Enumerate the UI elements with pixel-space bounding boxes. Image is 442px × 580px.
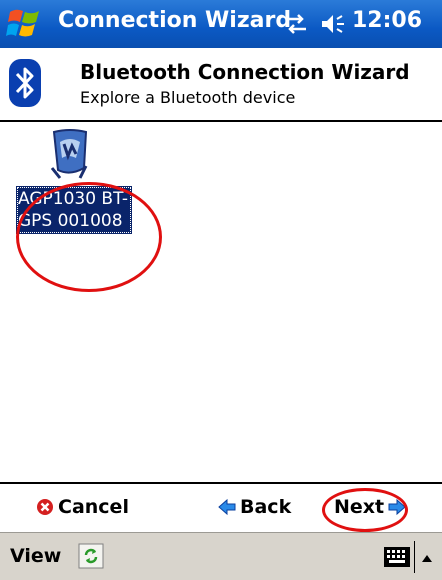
windows-start-icon[interactable]	[6, 6, 46, 42]
wizard-subtitle: Explore a Bluetooth device	[80, 88, 296, 107]
bluetooth-icon	[8, 58, 42, 108]
sip-separator	[414, 541, 415, 573]
cancel-button[interactable]: Cancel	[36, 496, 129, 518]
menu-bar: View	[0, 532, 442, 580]
cancel-icon	[37, 499, 53, 515]
wizard-action-bar: Cancel Back Next	[0, 482, 442, 534]
device-name-line2: GPS 001008	[18, 211, 123, 231]
window-title: Connection Wizard	[58, 8, 292, 33]
next-label: Next	[334, 496, 385, 518]
wizard-header: Bluetooth Connection Wizard Explore a Bl…	[0, 48, 442, 122]
gps-device-icon[interactable]	[46, 128, 94, 180]
back-label: Back	[240, 496, 292, 518]
wizard-title: Bluetooth Connection Wizard	[80, 60, 410, 84]
next-arrow-icon	[388, 498, 406, 516]
back-arrow-icon	[218, 498, 236, 516]
volume-icon[interactable]	[320, 12, 346, 36]
view-menu[interactable]: View	[10, 545, 61, 567]
title-bar: Connection Wizard 12:06	[0, 0, 442, 48]
device-list: AGP1030 BT- GPS 001008	[0, 122, 442, 482]
keyboard-icon[interactable]	[383, 546, 411, 568]
next-button[interactable]: Next	[334, 496, 406, 518]
device-label[interactable]: AGP1030 BT- GPS 001008	[16, 186, 132, 234]
back-button[interactable]: Back	[218, 496, 291, 518]
cancel-label: Cancel	[58, 496, 129, 518]
connectivity-icon[interactable]	[282, 11, 310, 37]
clock[interactable]: 12:06	[352, 8, 422, 33]
refresh-icon[interactable]	[78, 543, 104, 569]
device-name-line1: AGP1030 BT-	[18, 189, 129, 209]
sip-arrow-icon[interactable]	[420, 549, 434, 562]
